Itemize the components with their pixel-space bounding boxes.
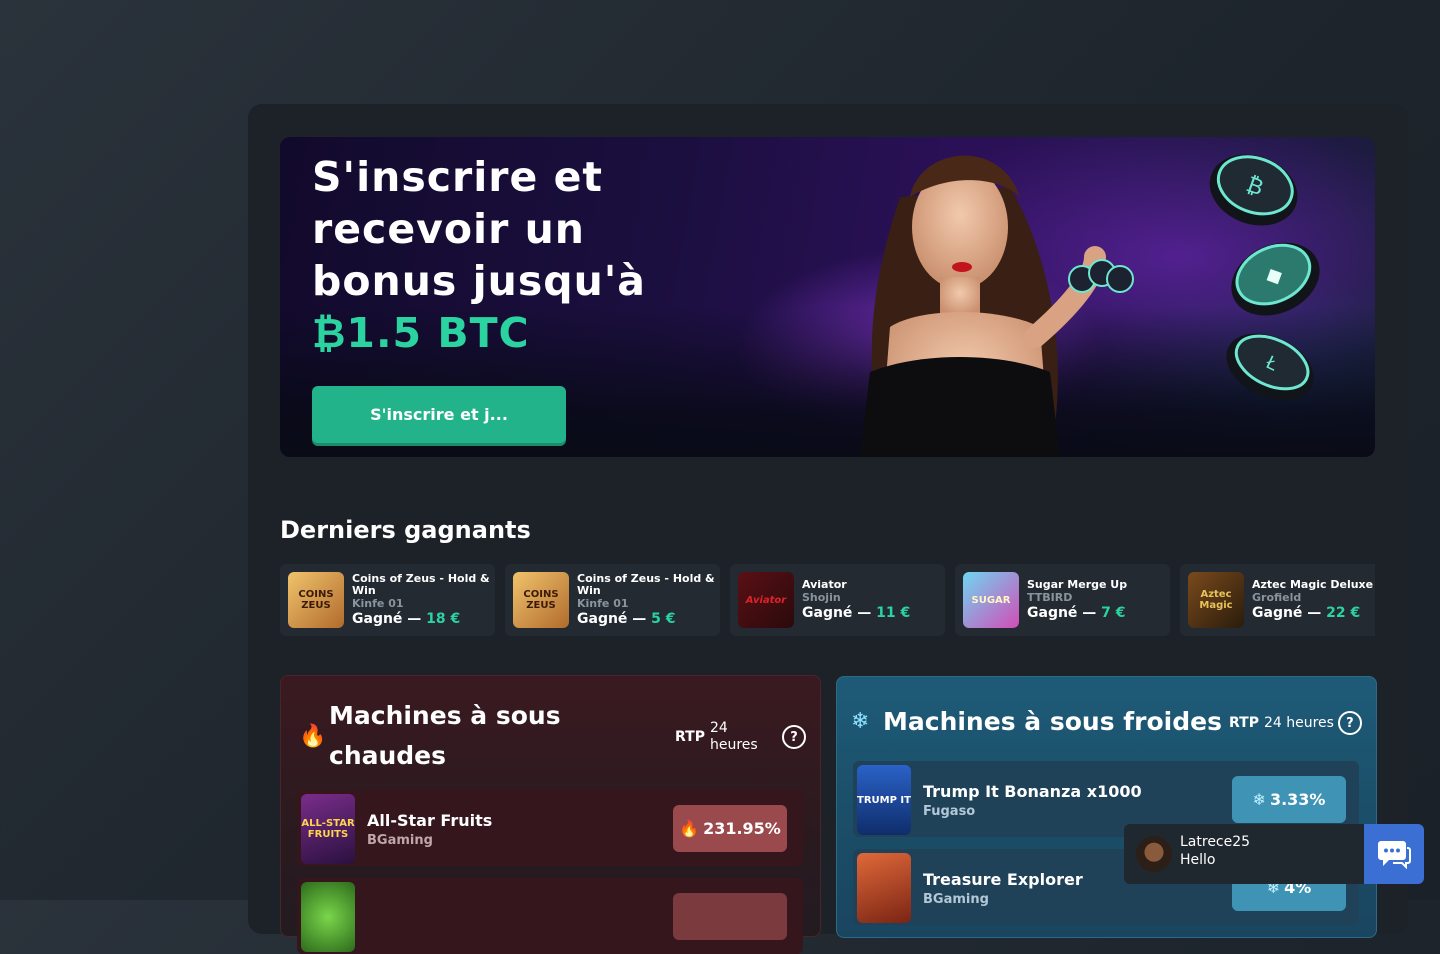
- crypto-coins-illustration: ₿ ◆ Ł: [1209, 154, 1320, 401]
- rtp-filter[interactable]: RTP 24 heures ?: [675, 720, 806, 754]
- help-icon[interactable]: ?: [1337, 711, 1362, 735]
- chat-bubble-icon: [1378, 841, 1411, 869]
- game-thumbnail: TRUMP IT: [857, 765, 911, 835]
- fire-icon: 🔥: [299, 724, 327, 749]
- slot-provider: BGaming: [367, 833, 433, 848]
- game-thumbnail: SUGAR: [963, 572, 1019, 628]
- rtp-value: 231.95%: [703, 819, 781, 838]
- hot-slots-panel: 🔥 Machines à sous chaudes RTP 24 heures …: [280, 675, 821, 954]
- chat-button[interactable]: [1364, 824, 1424, 884]
- rtp-filter[interactable]: RTP 24 heures ?: [1229, 711, 1362, 735]
- winner-card[interactable]: COINS ZEUS Coins of Zeus - Hold & Win Ki…: [280, 564, 495, 636]
- signup-button[interactable]: S'inscrire et j...: [312, 386, 566, 443]
- rtp-period: 24 heures: [709, 720, 758, 753]
- rtp-badge: ❄ 3.33%: [1232, 776, 1346, 823]
- winner-amount-line: Gagné — 7 €: [1027, 604, 1167, 622]
- chat-preview[interactable]: Latrece25 Hello: [1124, 824, 1364, 884]
- slot-name: Trump It Bonanza x1000: [923, 782, 1142, 801]
- game-thumbnail: COINS ZEUS: [513, 572, 569, 628]
- winner-game-name: Sugar Merge Up: [1027, 577, 1128, 591]
- winner-amount-line: Gagné — 11 €: [802, 604, 942, 622]
- slot-name: Treasure Explorer: [923, 870, 1083, 889]
- rtp-value: 3.33%: [1269, 790, 1326, 809]
- won-label: Gagné —: [1252, 604, 1322, 621]
- latest-winners-title: Derniers gagnants: [280, 516, 531, 544]
- winner-card[interactable]: Aztec Magic Aztec Magic Deluxe Grofield …: [1180, 564, 1375, 636]
- fire-icon: 🔥: [679, 819, 700, 838]
- winner-game-name: Coins of Zeus - Hold & Win: [577, 571, 715, 597]
- hot-slot-row[interactable]: [297, 878, 803, 954]
- won-amount: 18 €: [426, 610, 461, 627]
- winner-amount-line: Gagné — 18 €: [352, 610, 492, 628]
- latest-winners-list: COINS ZEUS Coins of Zeus - Hold & Win Ki…: [280, 564, 1375, 636]
- hero-banner[interactable]: S'inscrire et recevoir un bonus jusqu'à …: [280, 137, 1375, 457]
- won-amount: 11 €: [876, 604, 911, 621]
- cold-slots-panel: ❄ Machines à sous froides RTP 24 heures …: [836, 676, 1377, 938]
- hot-slot-row[interactable]: ALL-STAR FRUITS All-Star Fruits BGaming …: [297, 790, 803, 866]
- hero-model-illustration: [860, 155, 1134, 457]
- winner-game-name: Aviator: [802, 577, 847, 591]
- won-amount: 7 €: [1101, 604, 1126, 621]
- winner-username: TTBIRD: [1027, 590, 1073, 604]
- game-thumbnail: COINS ZEUS: [288, 572, 344, 628]
- chat-message: Hello: [1180, 852, 1216, 868]
- chat-username: Latrece25: [1180, 834, 1251, 850]
- winner-username: Kinfe 01: [352, 596, 404, 610]
- rtp-label: RTP: [675, 729, 705, 745]
- winner-amount-line: Gagné — 5 €: [577, 610, 717, 628]
- slot-name: All-Star Fruits: [367, 811, 493, 830]
- won-amount: 22 €: [1326, 604, 1361, 621]
- rtp-badge: 🔥 231.95%: [673, 805, 787, 852]
- winner-amount-line: Gagné — 22 €: [1252, 604, 1375, 622]
- btc-symbol: ₿: [312, 309, 347, 357]
- winner-game-name: Aztec Magic Deluxe: [1252, 577, 1374, 591]
- bonus-amount-text: 1.5 BTC: [346, 309, 530, 357]
- hero-bonus-amount: ₿1.5 BTC: [312, 309, 530, 357]
- won-amount: 5 €: [651, 610, 676, 627]
- won-label: Gagné —: [577, 610, 647, 627]
- won-label: Gagné —: [1027, 604, 1097, 621]
- game-thumbnail: [301, 882, 355, 952]
- winner-username: Grofield: [1252, 590, 1302, 604]
- winner-card[interactable]: Aviator Aviator Shojin Gagné — 11 €: [730, 564, 945, 636]
- help-icon[interactable]: ?: [781, 725, 806, 749]
- game-thumbnail: Aviator: [738, 572, 794, 628]
- won-label: Gagné —: [802, 604, 872, 621]
- slot-provider: Fugaso: [923, 804, 976, 819]
- snowflake-icon: ❄: [851, 709, 870, 734]
- winner-card[interactable]: COINS ZEUS Coins of Zeus - Hold & Win Ki…: [505, 564, 720, 636]
- won-label: Gagné —: [352, 610, 422, 627]
- rtp-period: 24 heures: [1263, 715, 1334, 731]
- avatar: [1136, 836, 1172, 872]
- game-thumbnail: Aztec Magic: [1188, 572, 1244, 628]
- game-thumbnail: [857, 853, 911, 923]
- winner-username: Kinfe 01: [577, 596, 629, 610]
- winner-username: Shojin: [802, 590, 841, 604]
- rtp-label: RTP: [1229, 715, 1259, 731]
- snowflake-icon: ❄: [1252, 790, 1266, 809]
- hero-title-text: S'inscrire et recevoir un bonus jusqu'à: [312, 153, 646, 305]
- cold-slots-title: Machines à sous froides: [883, 707, 1222, 736]
- winner-card[interactable]: SUGAR Sugar Merge Up TTBIRD Gagné — 7 €: [955, 564, 1170, 636]
- winner-game-name: Coins of Zeus - Hold & Win: [352, 571, 490, 597]
- hero-title: S'inscrire et recevoir un bonus jusqu'à …: [312, 151, 692, 359]
- rtp-badge: [673, 893, 787, 940]
- hot-slots-title: Machines à sous chaudes: [329, 701, 561, 770]
- game-thumbnail: ALL-STAR FRUITS: [301, 794, 355, 864]
